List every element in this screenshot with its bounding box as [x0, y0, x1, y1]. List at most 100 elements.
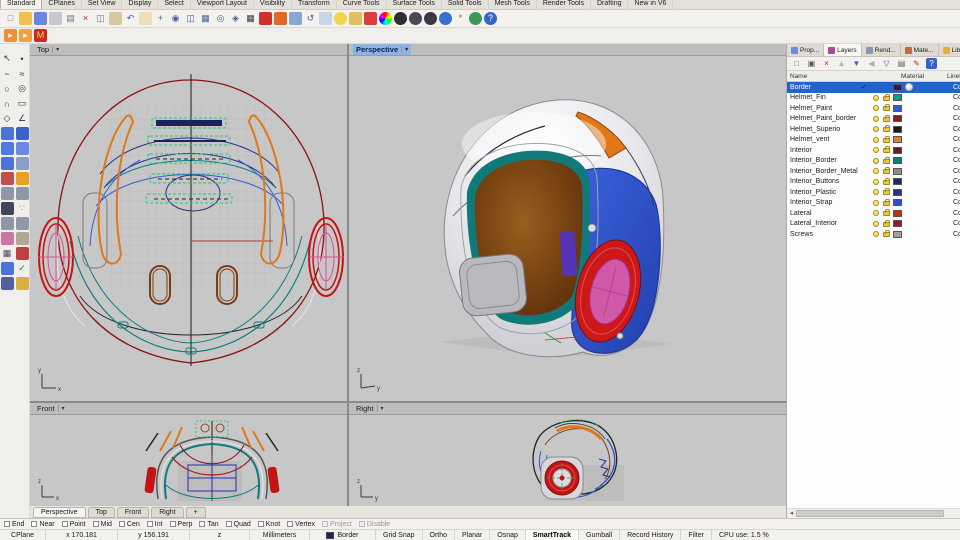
scroll-left-arrow-icon[interactable]: ◂ — [787, 509, 796, 517]
panel-tab-layers[interactable]: Layers — [824, 44, 862, 56]
osnap-checkbox[interactable]: Tan — [199, 521, 218, 528]
toolbar-icon-viewport-layout[interactable]: ▦ — [244, 12, 257, 25]
layer-lock-icon[interactable] — [883, 117, 890, 122]
units-button[interactable]: Millimeters — [250, 530, 310, 540]
layer-row-Interior_Buttons[interactable]: Interior_Buttons Conti — [787, 177, 960, 188]
layer-linetype[interactable]: Conti — [953, 220, 960, 227]
layer-linetype[interactable]: Conti — [953, 199, 960, 206]
layer-lock-icon[interactable] — [883, 201, 890, 206]
viewport-tab[interactable]: Front — [117, 507, 149, 518]
toolbar-icon-zoom-dynamic[interactable]: ◉ — [169, 12, 182, 25]
palette-icon-check[interactable]: ✓ — [16, 262, 29, 275]
plugin-icon-maxwell[interactable]: M — [34, 29, 47, 42]
palette-icon-circle[interactable]: ○ — [1, 82, 14, 95]
osnap-checkbox[interactable]: Project — [322, 521, 352, 528]
palette-icon-arc[interactable]: ∩ — [1, 97, 14, 110]
column-name[interactable]: Name — [790, 73, 807, 80]
layer-visibility-bulb-icon[interactable] — [873, 210, 879, 216]
menu-tab[interactable]: Curve Tools — [337, 0, 387, 9]
checkbox[interactable] — [258, 521, 264, 527]
plugin-icon-plane-select[interactable]: ▸ — [19, 29, 32, 42]
layer-color-swatch[interactable] — [893, 189, 902, 196]
panel-tab-materials[interactable]: Mate... — [901, 44, 939, 56]
toolbar-icon-set-cplane[interactable] — [319, 12, 332, 25]
toolbar-icon-globe[interactable] — [439, 12, 452, 25]
palette-icon-explode[interactable] — [16, 172, 29, 185]
layer-linetype[interactable]: Conti — [953, 147, 960, 154]
checkbox[interactable] — [31, 521, 37, 527]
palette-icon-chamfer[interactable] — [16, 187, 29, 200]
checkbox[interactable] — [199, 521, 205, 527]
menu-tab[interactable]: Display — [122, 0, 158, 9]
layer-linetype[interactable]: Conti — [953, 84, 960, 91]
status-toggle[interactable]: Record History — [620, 530, 681, 540]
palette-icon-offset[interactable] — [16, 217, 29, 230]
layer-lock-icon[interactable] — [883, 96, 890, 101]
layer-linetype[interactable]: Conti — [953, 178, 960, 185]
toolbar-icon-move[interactable]: + — [154, 12, 167, 25]
layer-row-Interior_Border[interactable]: Interior_Border Conti — [787, 156, 960, 167]
layer-name[interactable]: Screws — [790, 231, 813, 238]
layer-linetype[interactable]: Conti — [953, 94, 960, 101]
layer-name[interactable]: Helmet_Paint_border — [790, 115, 856, 122]
toolbar-icon-lock[interactable] — [349, 12, 362, 25]
palette-icon-cube[interactable] — [1, 262, 14, 275]
layer-visibility-bulb-icon[interactable] — [873, 147, 879, 153]
palette-icon-surface-plane[interactable] — [1, 127, 14, 140]
palette-icon-plane[interactable] — [16, 157, 29, 170]
layer-lock-icon[interactable] — [883, 148, 890, 153]
toolbar-icon-properties-page[interactable]: ▤ — [64, 12, 77, 25]
viewport-tab[interactable]: Top — [88, 507, 115, 518]
osnap-checkbox[interactable]: Mid — [93, 521, 112, 528]
status-toggle[interactable]: Ortho — [423, 530, 456, 540]
palette-icon-sweep[interactable] — [16, 142, 29, 155]
menu-tab[interactable]: Solid Tools — [442, 0, 489, 9]
layer-color-swatch[interactable] — [893, 136, 902, 143]
layer-color-swatch[interactable] — [893, 147, 902, 154]
layer-visibility-bulb-icon[interactable] — [873, 168, 879, 174]
palette-icon-fillet[interactable] — [1, 187, 14, 200]
palette-icon-curve[interactable]: ~ — [1, 67, 14, 80]
checkbox[interactable] — [147, 521, 153, 527]
toolbar-icon-copy[interactable]: ◫ — [94, 12, 107, 25]
layer-linetype[interactable]: Conti — [953, 168, 960, 175]
layer-color-swatch[interactable] — [893, 178, 902, 185]
layer-color-swatch[interactable] — [893, 84, 902, 91]
layer-color-swatch[interactable] — [893, 168, 902, 175]
checkbox[interactable] — [93, 521, 99, 527]
layer-visibility-bulb-icon[interactable] — [873, 116, 879, 122]
viewport-top-menu[interactable]: Top ▾ — [34, 44, 62, 55]
palette-icon-select[interactable]: ↖ — [1, 52, 14, 65]
osnap-checkbox[interactable]: Point — [62, 521, 86, 528]
toolbar-icon-material[interactable] — [364, 12, 377, 25]
osnap-checkbox[interactable]: End — [4, 521, 24, 528]
viewport-right[interactable]: Right ▾ — [349, 403, 786, 506]
toolbar-icon-zoom-extents[interactable]: ▦ — [199, 12, 212, 25]
toolbar-icon-earth[interactable] — [469, 12, 482, 25]
viewport-perspective-menu[interactable]: Perspective ▾ — [353, 44, 411, 55]
toolbar-icon-save[interactable] — [34, 12, 47, 25]
layer-visibility-bulb-icon[interactable] — [873, 126, 879, 132]
palette-icon-box[interactable] — [1, 157, 14, 170]
palette-icon-polyline[interactable]: ∠ — [16, 112, 29, 125]
layer-name[interactable]: Border — [790, 84, 811, 91]
osnap-checkbox[interactable]: Perp — [170, 521, 193, 528]
checkbox[interactable] — [119, 521, 125, 527]
layer-linetype[interactable]: Conti — [953, 136, 960, 143]
toolbar-icon-color-wheel[interactable] — [379, 12, 392, 25]
status-toggle[interactable]: Planar — [455, 530, 490, 540]
toolbar-icon-sphere-matte[interactable] — [424, 12, 437, 25]
layer-lock-icon[interactable] — [883, 159, 890, 164]
palette-icon-point[interactable]: • — [16, 52, 29, 65]
cplane-button[interactable]: CPlane — [0, 530, 46, 540]
layer-linetype[interactable]: Conti — [953, 210, 960, 217]
layer-color-swatch[interactable] — [893, 115, 902, 122]
panel-tab-properties[interactable]: Prop... — [787, 44, 824, 56]
layer-name[interactable]: Lateral — [790, 210, 811, 217]
toolbar-icon-undo[interactable]: ↶ — [124, 12, 137, 25]
layer-tool-new-layer[interactable]: □ — [791, 58, 802, 69]
palette-icon-tape[interactable] — [1, 232, 14, 245]
layer-name[interactable]: Interior_Strap — [790, 199, 832, 206]
menu-tab[interactable]: Visibility — [254, 0, 292, 9]
layer-color-swatch[interactable] — [893, 199, 902, 206]
